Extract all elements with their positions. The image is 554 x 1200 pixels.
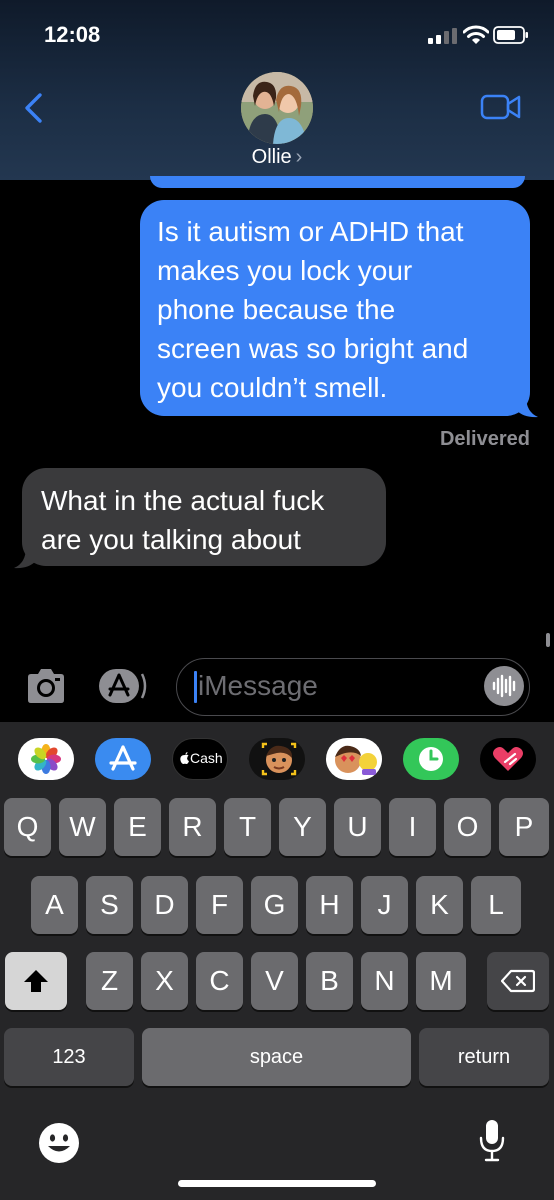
avatar-photo-icon xyxy=(241,72,313,144)
key-z[interactable]: Z xyxy=(86,952,133,1010)
wifi-icon xyxy=(463,25,489,44)
chevron-right-icon: › xyxy=(295,146,303,168)
waveform-icon xyxy=(492,674,516,698)
heart-app-icon xyxy=(493,747,523,771)
camera-icon[interactable] xyxy=(24,667,68,705)
message-line: screen was so bright and xyxy=(157,333,469,364)
previous-message-bubble xyxy=(150,176,525,188)
key-j[interactable]: J xyxy=(361,876,408,934)
shift-arrow-icon xyxy=(24,970,48,992)
numbers-key[interactable]: 123 xyxy=(4,1028,134,1086)
key-i[interactable]: I xyxy=(389,798,436,856)
key-u[interactable]: U xyxy=(334,798,381,856)
key-k[interactable]: K xyxy=(416,876,463,934)
message-line: you couldn’t smell. xyxy=(157,372,388,403)
message-line: phone because the xyxy=(157,294,396,325)
outgoing-message-bubble[interactable]: Is it autism or ADHD that makes you lock… xyxy=(140,200,530,416)
bubble-tail xyxy=(516,396,538,418)
battery-icon xyxy=(493,26,528,44)
key-f[interactable]: F xyxy=(196,876,243,934)
key-x[interactable]: X xyxy=(141,952,188,1010)
photos-app-button[interactable] xyxy=(18,738,74,780)
bubble-tail xyxy=(14,547,36,569)
clock-app-icon xyxy=(419,747,443,771)
message-input-placeholder: iMessage xyxy=(198,670,318,701)
scroll-indicator[interactable] xyxy=(546,633,550,647)
key-b[interactable]: B xyxy=(306,952,353,1010)
delete-backspace-icon xyxy=(500,969,536,993)
shift-key[interactable] xyxy=(5,952,67,1010)
contact-name: Ollie xyxy=(251,146,292,168)
key-v[interactable]: V xyxy=(251,952,298,1010)
key-c[interactable]: C xyxy=(196,952,243,1010)
status-time: 12:08 xyxy=(44,22,101,47)
key-m[interactable]: M xyxy=(416,952,466,1010)
key-l[interactable]: L xyxy=(471,876,521,934)
clock-app-button[interactable] xyxy=(403,738,459,780)
apple-cash-label: Cash xyxy=(190,750,223,766)
message-line: makes you lock your xyxy=(157,255,413,286)
key-y[interactable]: Y xyxy=(279,798,326,856)
delivered-status: Delivered xyxy=(439,428,530,450)
key-w[interactable]: W xyxy=(59,798,106,856)
key-h[interactable]: H xyxy=(306,876,353,934)
message-line: What in the actual fuck xyxy=(41,485,325,516)
app-drawer: Cash xyxy=(0,730,554,790)
memoji-icon xyxy=(261,742,297,776)
contact-name-button[interactable]: Ollie › xyxy=(0,146,554,169)
key-r[interactable]: R xyxy=(169,798,216,856)
delete-key[interactable] xyxy=(487,952,549,1010)
emoji-keyboard-icon[interactable] xyxy=(38,1122,80,1164)
key-p[interactable]: P xyxy=(499,798,549,856)
dictation-mic-icon[interactable] xyxy=(478,1118,506,1164)
key-s[interactable]: S xyxy=(86,876,133,934)
audio-message-button[interactable] xyxy=(484,666,524,706)
incoming-message-bubble[interactable]: What in the actual fuck are you talking … xyxy=(22,468,386,566)
video-call-icon[interactable] xyxy=(480,92,522,122)
key-o[interactable]: O xyxy=(444,798,491,856)
key-e[interactable]: E xyxy=(114,798,161,856)
key-q[interactable]: Q xyxy=(4,798,51,856)
text-cursor xyxy=(194,671,197,703)
key-a[interactable]: A xyxy=(31,876,78,934)
message-line: Is it autism or ADHD that xyxy=(157,216,464,247)
back-chevron-icon[interactable] xyxy=(22,92,46,124)
appstore-app-button[interactable] xyxy=(95,738,151,780)
space-key[interactable]: space xyxy=(142,1028,411,1086)
memoji-app-button[interactable] xyxy=(249,738,305,780)
return-key[interactable]: return xyxy=(419,1028,549,1086)
heart-app-button[interactable] xyxy=(480,738,536,780)
key-g[interactable]: G xyxy=(251,876,298,934)
app-store-button-icon[interactable] xyxy=(98,666,150,706)
key-n[interactable]: N xyxy=(361,952,408,1010)
apple-cash-button[interactable]: Cash xyxy=(172,738,228,780)
key-d[interactable]: D xyxy=(141,876,188,934)
cellular-signal-icon xyxy=(428,28,457,44)
memoji-stickers-app-button[interactable] xyxy=(326,738,382,780)
appstore-icon xyxy=(109,745,137,771)
key-t[interactable]: T xyxy=(224,798,271,856)
photos-icon xyxy=(31,744,61,774)
home-indicator[interactable] xyxy=(178,1180,376,1187)
message-line: are you talking about xyxy=(41,524,301,555)
memoji-stickers-icon xyxy=(335,745,377,775)
contact-avatar[interactable] xyxy=(241,72,313,144)
